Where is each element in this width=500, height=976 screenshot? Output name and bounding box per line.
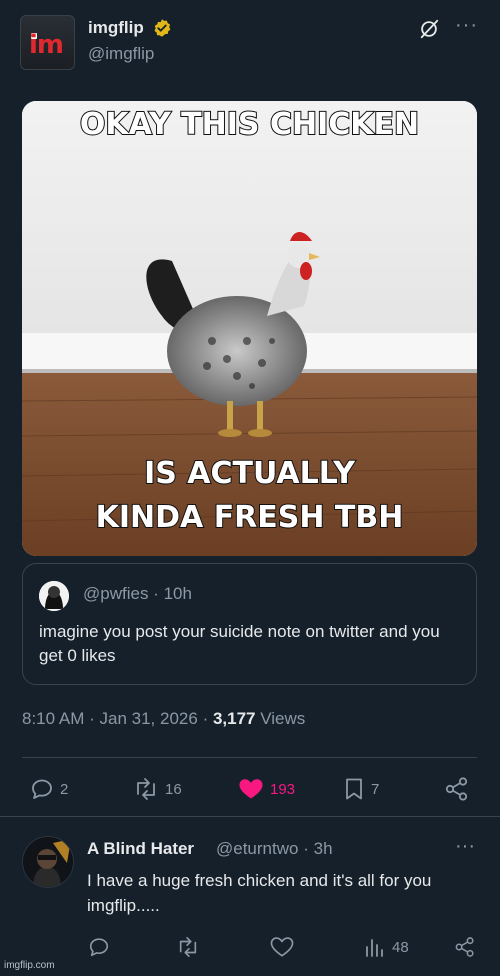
meme-image[interactable]: OKAY THIS CHICKEN IS ACTUALLY KINDA FRES… — [22, 101, 477, 556]
meme-bottom-line1: IS ACTUALLY — [143, 455, 356, 492]
reply-count: 2 — [60, 780, 69, 798]
quote-text: imagine you post your suicide note on tw… — [39, 622, 440, 665]
quote-separator: · — [153, 584, 159, 603]
post-time[interactable]: 8:10 AM — [22, 709, 84, 728]
reply-repost-button[interactable] — [176, 935, 200, 959]
repost-count: 16 — [165, 780, 182, 798]
reply-views-button[interactable]: 48 — [364, 935, 409, 959]
views-chart-icon — [366, 939, 383, 957]
meta-separator: · — [89, 709, 95, 728]
post-date[interactable]: Jan 31, 2026 — [100, 709, 198, 728]
views-count: 3,177 — [212, 709, 256, 728]
share-icon — [455, 937, 474, 957]
meta-separator: · — [202, 709, 209, 728]
divider-bottom — [0, 816, 500, 817]
reply-like-button[interactable] — [270, 935, 294, 959]
reply-avatar-image — [23, 837, 73, 887]
reply-meta: @eturntwo · 3h — [216, 839, 333, 859]
reply-reply-button[interactable] — [88, 935, 110, 959]
quote-avatar-image — [39, 581, 69, 611]
repost-button[interactable]: 16 — [133, 775, 182, 803]
repost-icon — [137, 778, 155, 800]
grok-icon[interactable] — [418, 18, 440, 40]
verified-badge-icon — [154, 19, 171, 37]
quote-meta: @pwfies · 10h — [83, 584, 192, 604]
bookmark-count: 7 — [371, 780, 380, 798]
author-display-name[interactable]: imgflip — [88, 18, 144, 38]
reply-time[interactable]: 3h — [314, 839, 333, 858]
reply-button[interactable]: 2 — [30, 775, 68, 803]
heart-outline-icon — [270, 937, 294, 957]
like-button[interactable]: 193 — [238, 775, 295, 803]
reply-icon — [89, 938, 109, 957]
more-options-icon[interactable]: ··· — [455, 14, 478, 37]
author-avatar[interactable]: im — [20, 15, 75, 70]
share-button[interactable] — [444, 775, 470, 803]
reply-share-button[interactable] — [454, 935, 476, 959]
reply-display-name[interactable]: A Blind Hater — [87, 839, 194, 859]
bookmark-icon — [346, 778, 362, 800]
like-count: 193 — [270, 780, 296, 798]
reply-icon — [32, 779, 52, 799]
reply-separator: · — [303, 839, 309, 858]
divider-top — [22, 757, 477, 758]
reply-handle[interactable]: @eturntwo — [216, 839, 298, 858]
watermark: imgflip.com — [4, 960, 55, 971]
reply-author-avatar[interactable] — [22, 836, 74, 888]
bookmark-button[interactable]: 7 — [343, 775, 379, 803]
post-meta: 8:10 AM · Jan 31, 2026 · 3,177 Views — [22, 709, 305, 729]
quote-time[interactable]: 10h — [164, 584, 192, 603]
meme-top-text: OKAY THIS CHICKEN — [79, 106, 420, 143]
logo-text: im — [29, 30, 64, 60]
reply-text: I have a huge fresh chicken and it's all… — [87, 871, 432, 915]
quote-handle[interactable]: @pwfies — [83, 584, 148, 603]
quoted-post-card[interactable]: @pwfies · 10h imagine you post your suic… — [22, 563, 477, 685]
share-icon — [445, 777, 468, 801]
views-label: Views — [260, 709, 306, 728]
heart-filled-icon — [239, 779, 263, 799]
author-handle[interactable]: @imgflip — [88, 44, 154, 64]
reply-more-options-icon[interactable]: ··· — [455, 835, 475, 858]
repost-icon — [179, 937, 197, 957]
reply-views-count: 48 — [392, 938, 409, 956]
quote-avatar[interactable] — [39, 581, 69, 611]
meme-bottom-line2: KINDA FRESH TBH — [95, 499, 405, 536]
